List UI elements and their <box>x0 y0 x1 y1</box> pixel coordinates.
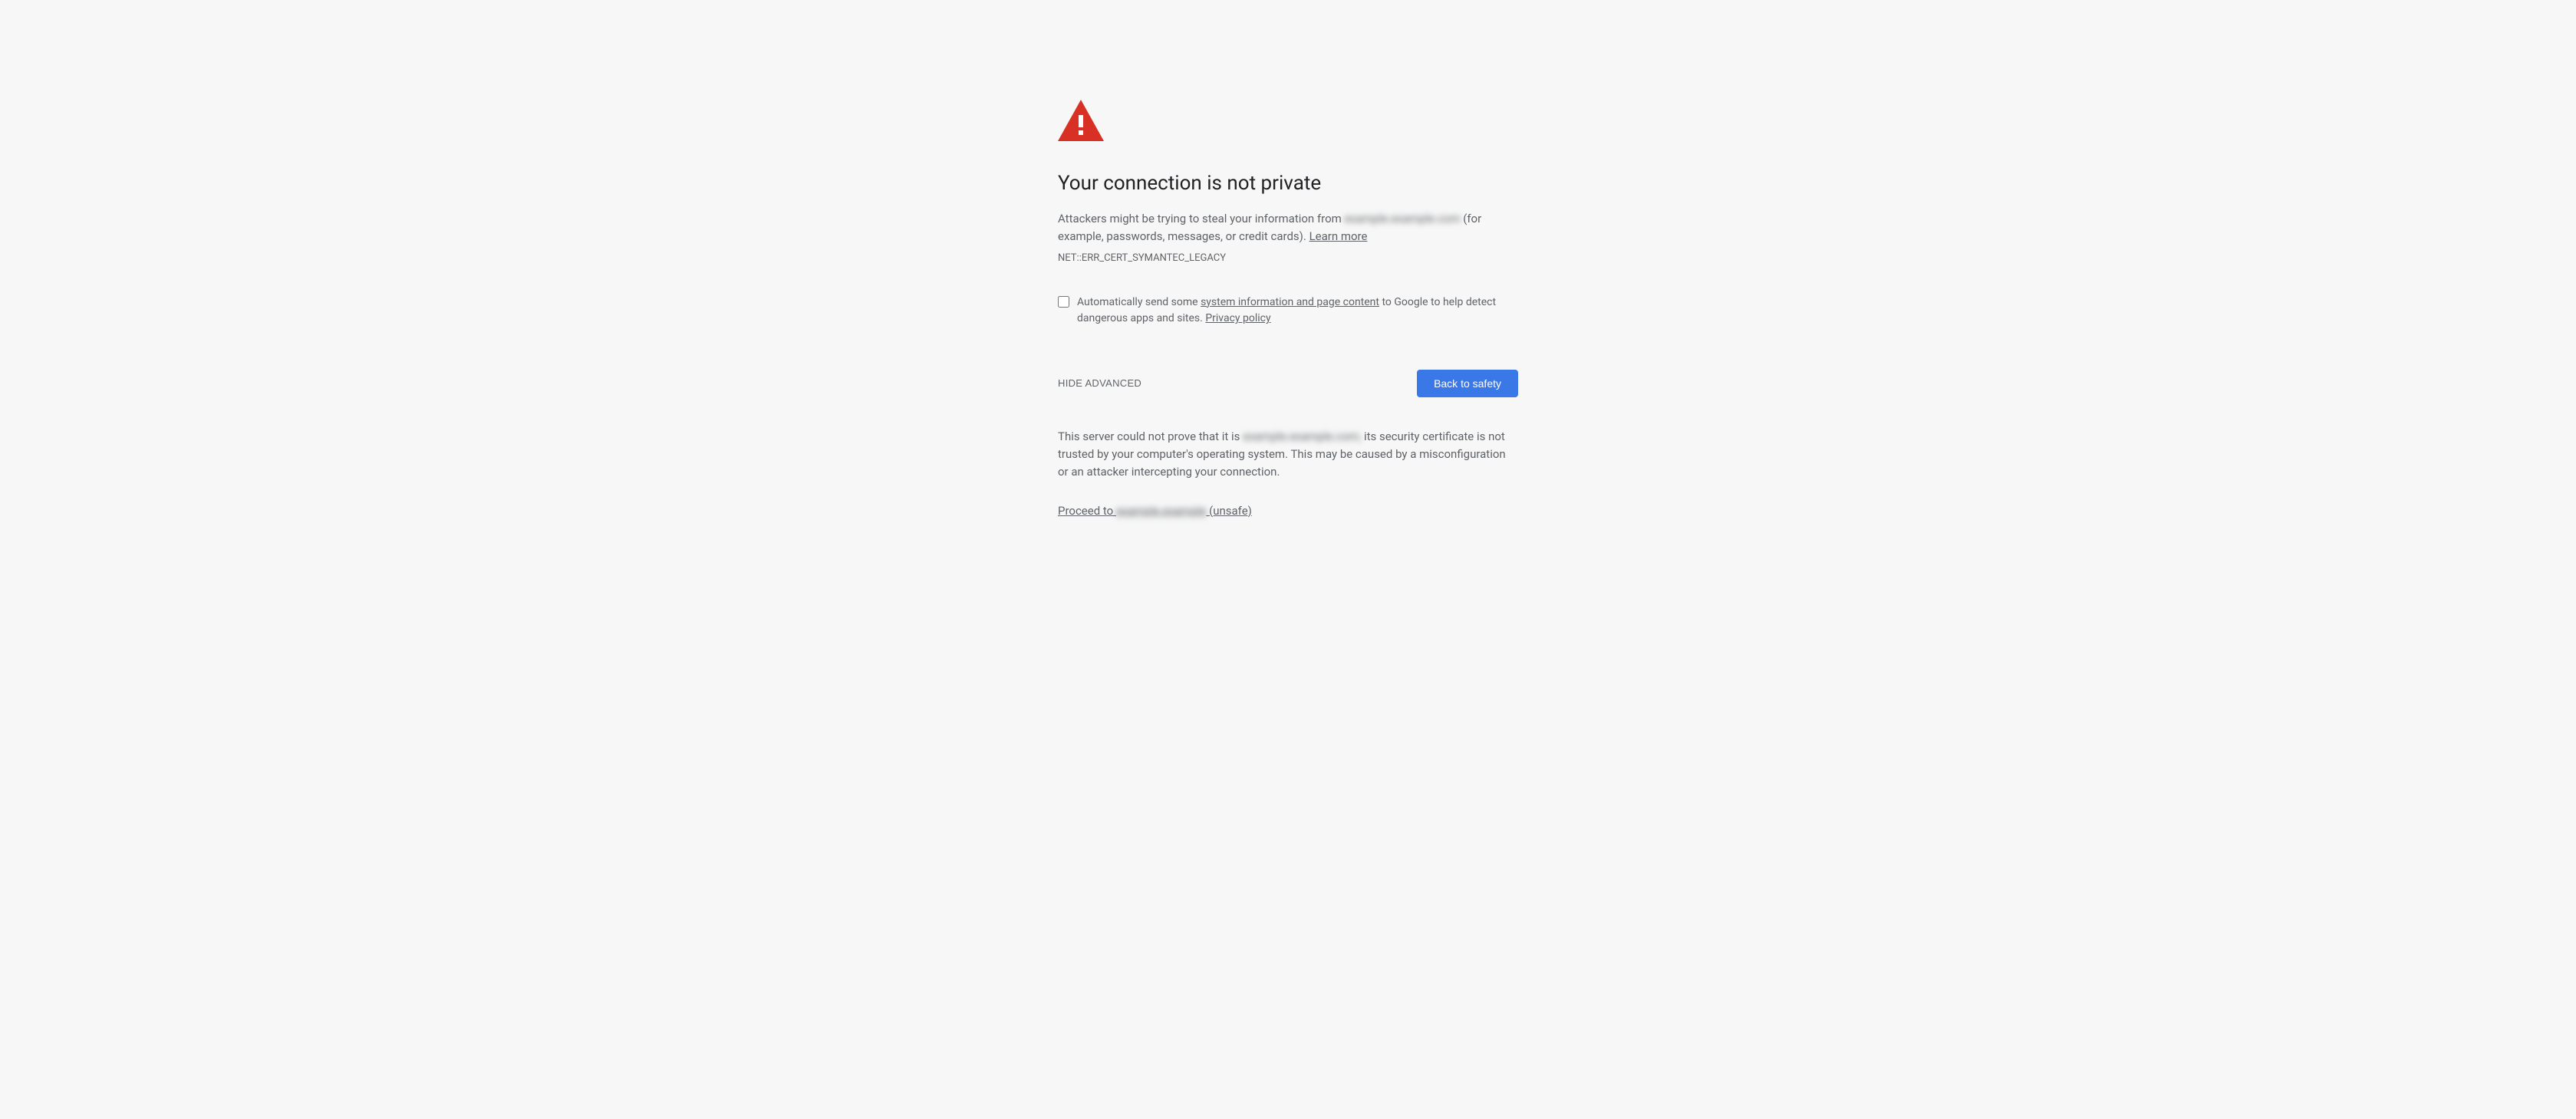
opt-in-prefix: Automatically send some <box>1077 296 1201 308</box>
opt-in-row: Automatically send some system informati… <box>1058 295 1518 327</box>
advanced-explanation: This server could not prove that it is e… <box>1058 428 1518 482</box>
hostname-obscured: example.example.com <box>1345 212 1461 225</box>
system-info-link[interactable]: system information and page content <box>1201 296 1379 308</box>
interstitial-page: Your connection is not private Attackers… <box>1058 0 1518 579</box>
advanced-prefix: This server could not prove that it is <box>1058 429 1243 443</box>
privacy-policy-link[interactable]: Privacy policy <box>1205 312 1270 324</box>
opt-in-text: Automatically send some system informati… <box>1077 295 1518 327</box>
learn-more-link[interactable]: Learn more <box>1309 229 1368 243</box>
proceed-prefix: Proceed to <box>1058 504 1116 518</box>
proceed-link[interactable]: Proceed to example.example (unsafe) <box>1058 504 1252 518</box>
back-to-safety-button[interactable]: Back to safety <box>1417 370 1518 397</box>
advanced-hostname-obscured: example.example.com; <box>1243 429 1361 443</box>
body-prefix: Attackers might be trying to steal your … <box>1058 212 1345 225</box>
warning-icon <box>1058 100 1518 141</box>
button-row: HIDE ADVANCED Back to safety <box>1058 370 1518 397</box>
warning-body: Attackers might be trying to steal your … <box>1058 210 1518 246</box>
proceed-hostname-obscured: example.example <box>1116 504 1206 518</box>
page-title: Your connection is not private <box>1058 172 1518 195</box>
opt-in-checkbox[interactable] <box>1058 296 1069 308</box>
hide-advanced-button[interactable]: HIDE ADVANCED <box>1058 377 1141 389</box>
proceed-suffix: (unsafe) <box>1206 504 1252 518</box>
error-code: NET::ERR_CERT_SYMANTEC_LEGACY <box>1058 252 1518 264</box>
